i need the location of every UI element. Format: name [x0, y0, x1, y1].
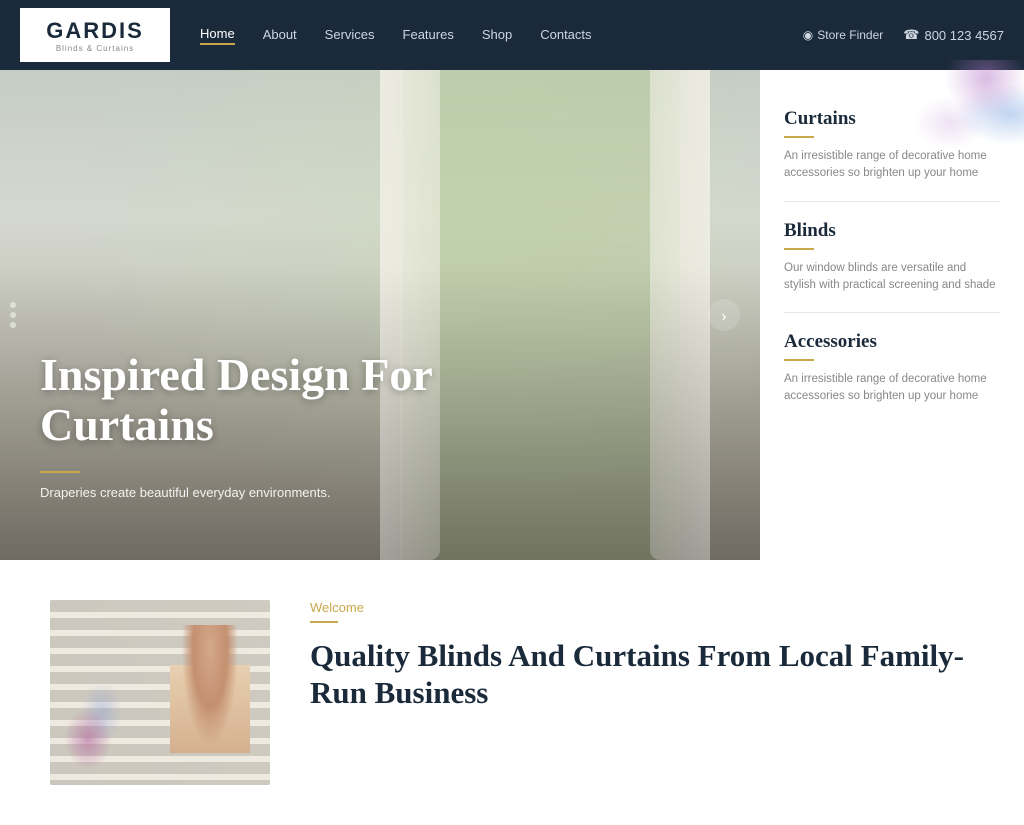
lower-main-title: Quality Blinds And Curtains From Local F…	[310, 637, 974, 711]
scroll-dot-1	[10, 302, 16, 308]
nav-home[interactable]: Home	[200, 26, 235, 45]
blinds-text: Our window blinds are versatile and styl…	[784, 260, 1000, 295]
sidebar-panel-accessories: Accessories An irresistible range of dec…	[784, 313, 1000, 424]
sidebar-panel-blinds: Blinds Our window blinds are versatile a…	[784, 202, 1000, 314]
lower-section: Welcome Quality Blinds And Curtains From…	[0, 560, 1024, 825]
nav-features[interactable]: Features	[403, 27, 454, 44]
scroll-dot-2	[10, 312, 16, 318]
nav-contacts[interactable]: Contacts	[540, 27, 591, 44]
hero-image: Inspired Design For Curtains Draperies c…	[0, 70, 760, 560]
hero-content: Inspired Design For Curtains Draperies c…	[40, 350, 460, 500]
hero-sidebar: Curtains An irresistible range of decora…	[760, 70, 1024, 560]
brand-name: GARDIS	[46, 18, 144, 44]
lower-text-area: Welcome Quality Blinds And Curtains From…	[310, 600, 974, 711]
header-right: ◉ Store Finder ☎ 800 123 4567	[803, 27, 1004, 43]
welcome-tag: Welcome	[310, 600, 974, 615]
phone-value: 800 123 4567	[924, 28, 1004, 43]
hero-section: Inspired Design For Curtains Draperies c…	[0, 70, 1024, 560]
curtains-accent	[784, 136, 814, 138]
blinds-accent	[784, 248, 814, 250]
accessories-text: An irresistible range of decorative home…	[784, 371, 1000, 406]
scroll-dots	[10, 302, 16, 328]
phone-icon: ☎	[903, 27, 919, 43]
accessories-title: Accessories	[784, 331, 1000, 353]
scroll-dot-3	[10, 322, 16, 328]
carousel-next-arrow[interactable]: ›	[708, 299, 740, 331]
hero-subtitle: Draperies create beautiful everyday envi…	[40, 485, 460, 500]
hero-title: Inspired Design For Curtains	[40, 350, 460, 451]
nav-about[interactable]: About	[263, 27, 297, 44]
nav-services[interactable]: Services	[325, 27, 375, 44]
lower-image	[50, 600, 270, 785]
hero-accent-line	[40, 471, 80, 473]
location-icon: ◉	[803, 28, 813, 42]
lower-floral-decoration	[60, 685, 130, 775]
curtains-text: An irresistible range of decorative home…	[784, 148, 1000, 183]
accessories-accent	[784, 359, 814, 361]
welcome-accent-line	[310, 621, 338, 623]
main-nav: Home About Services Features Shop Contac…	[200, 26, 803, 45]
lower-img-person	[170, 625, 250, 785]
brand-subtitle: Blinds & Curtains	[56, 44, 134, 53]
curtains-title: Curtains	[784, 108, 1000, 130]
blinds-title: Blinds	[784, 220, 1000, 242]
store-finder-button[interactable]: ◉ Store Finder	[803, 28, 884, 42]
nav-shop[interactable]: Shop	[482, 27, 512, 44]
header: GARDIS Blinds & Curtains Home About Serv…	[0, 0, 1024, 70]
logo[interactable]: GARDIS Blinds & Curtains	[20, 8, 170, 62]
phone-number[interactable]: ☎ 800 123 4567	[903, 27, 1004, 43]
store-finder-label: Store Finder	[817, 28, 883, 42]
sidebar-panel-curtains: Curtains An irresistible range of decora…	[784, 90, 1000, 202]
